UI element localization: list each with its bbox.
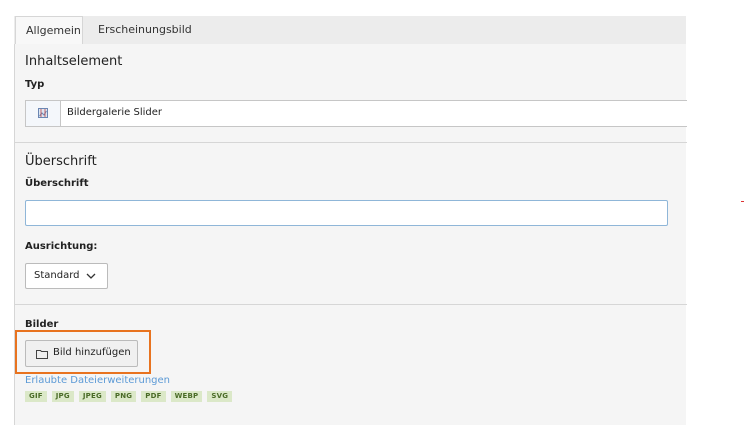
divider [15,304,687,305]
form-panel: Inhaltselement Typ Bildergalerie Slider … [14,44,687,425]
extension-badge: JPG [51,391,74,402]
marker [741,201,744,202]
alignment-value: Standard [34,270,80,281]
header-input[interactable] [25,200,668,226]
section-title-content-element: Inhaltselement [25,54,123,69]
extension-badge: SVG [207,391,233,402]
alignment-label: Ausrichtung: [25,241,98,252]
folder-icon [36,350,48,359]
add-image-button-label: Bild hinzufügen [53,347,131,358]
tab-bar: Allgemein Erscheinungsbild [14,16,686,45]
divider [15,142,687,143]
allowed-extensions-link[interactable]: Erlaubte Dateierweiterungen [25,375,170,386]
extension-badge: WEBP [170,391,203,402]
extension-badge: PDF [141,391,166,402]
alignment-select[interactable]: Standard [25,263,108,289]
type-icon-cell [26,101,61,126]
chevron-down-icon [86,273,96,279]
section-title-header: Überschrift [25,154,97,169]
extension-badges: GIF JPG JPEG PNG PDF WEBP SVG [25,391,233,402]
type-value: Bildergalerie Slider [67,107,162,118]
type-select[interactable]: Bildergalerie Slider [25,100,687,127]
extension-badge: PNG [110,391,137,402]
image-gallery-icon [38,108,48,118]
extension-badge: GIF [25,391,47,402]
images-label: Bilder [25,319,59,330]
extension-badge: JPEG [78,391,106,402]
header-field-label: Überschrift [25,178,89,189]
tab-allgemein[interactable]: Allgemein [15,16,83,45]
type-label: Typ [25,79,45,90]
add-image-button[interactable]: Bild hinzufügen [25,340,138,367]
tab-erscheinungsbild[interactable]: Erscheinungsbild [98,16,202,44]
